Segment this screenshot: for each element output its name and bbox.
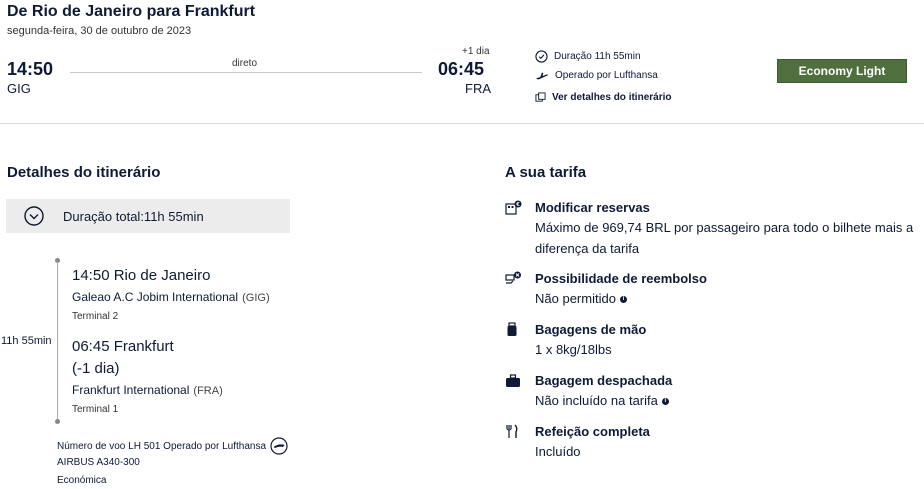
flight-duration-label: Duração 11h 55min <box>554 51 641 62</box>
flight-number-row: Número de voo LH 501 Operado por Lufthan… <box>57 437 288 455</box>
fare-item-change-title: Modificar reservas <box>535 200 650 215</box>
timeline-line <box>57 262 58 422</box>
departure-airport-code: GIG <box>7 81 31 96</box>
travel-date: segunda-feira, 30 de outubro de 2023 <box>7 25 192 37</box>
plane-icon <box>535 72 549 79</box>
chevron-down-circle-icon[interactable] <box>24 206 44 226</box>
flight-number: Número de voo LH 501 Operado por Lufthan… <box>57 440 267 452</box>
fare-item-checked-bag-title: Bagagem despachada <box>535 373 673 388</box>
destination-time-city: 06:45 Frankfurt <box>72 338 174 355</box>
section-divider <box>0 123 924 124</box>
meal-icon <box>506 424 518 438</box>
fare-item-refund-text-row: Não permitido i <box>505 288 924 309</box>
destination-terminal: Terminal 1 <box>72 404 119 415</box>
itinerary-details-link-label[interactable]: Ver detalhes do itinerário <box>552 92 671 103</box>
segment-duration: 11h 55min <box>1 335 52 347</box>
airline-logo-icon <box>270 437 288 455</box>
origin-airport: Galeao A.C Jobim International (GIG) <box>72 290 270 304</box>
origin-airport-name: Galeao A.C Jobim International <box>72 290 239 304</box>
stops-label: direto <box>232 58 258 69</box>
origin-terminal: Terminal 2 <box>72 311 119 322</box>
clock-icon <box>535 50 548 63</box>
fare-item-meal-title: Refeição completa <box>535 424 650 439</box>
checked-bag-icon <box>506 373 520 387</box>
fare-item-refund-title: Possibilidade de reembolso <box>535 271 707 286</box>
operator: Operado por Lufthansa <box>535 70 658 81</box>
flight-duration: Duração 11h 55min <box>535 50 641 63</box>
fare-item-meal: Refeição completa Incluído <box>505 424 924 462</box>
fare-item-meal-text: Incluído <box>535 444 581 459</box>
carry-on-bag-icon <box>507 322 517 336</box>
itinerary-title: Detalhes do itinerário <box>7 164 161 181</box>
fare-item-change: € Modificar reservas Máximo de 969,74 BR… <box>505 200 924 259</box>
total-duration-label: Duração total:11h 55min <box>63 208 204 224</box>
info-icon[interactable]: i <box>619 296 627 304</box>
total-duration-box: Duração total:11h 55min <box>6 199 290 233</box>
destination-airport: Frankfurt International (FRA) <box>72 383 223 397</box>
fare-item-carry-on-text: 1 x 8kg/18lbs <box>535 342 612 357</box>
fare-item-refund: Possibilidade de reembolso Não permitido… <box>505 271 924 309</box>
fare-item-carry-on-title: Bagagens de mão <box>535 322 647 337</box>
fare-title: A sua tarifa <box>505 164 587 181</box>
cabin-class: Económica <box>57 475 107 486</box>
timeline-end-dot <box>55 419 60 424</box>
destination-day-note: (-1 dia) <box>72 360 120 377</box>
fare-class-button[interactable]: Economy Light <box>777 59 907 83</box>
fare-item-checked-bag: Bagagem despachada Não incluído na tarif… <box>505 373 924 411</box>
fare-item-refund-text: Não permitido <box>535 291 616 306</box>
fare-item-checked-bag-text: Não incluído na tarifa <box>535 393 658 408</box>
info-icon[interactable]: i <box>661 398 669 406</box>
route-title: De Rio de Janeiro para Frankfurt <box>7 3 256 20</box>
copy-icon <box>535 92 546 102</box>
origin-time-city: 14:50 Rio de Janeiro <box>72 267 211 284</box>
fare-item-carry-on: Bagagens de mão 1 x 8kg/18lbs <box>505 322 924 360</box>
route-line <box>70 72 422 73</box>
change-booking-icon: € <box>505 200 522 215</box>
departure-time: 14:50 <box>7 59 54 79</box>
destination-airport-name: Frankfurt International <box>72 383 190 397</box>
fare-item-change-text: Máximo de 969,74 BRL por passageiro para… <box>535 220 914 256</box>
refund-icon <box>505 271 521 284</box>
origin-airport-code: (GIG) <box>242 292 270 304</box>
destination-airport-code: (FRA) <box>193 385 223 397</box>
itinerary-details-link[interactable]: Ver detalhes do itinerário <box>535 92 671 103</box>
svg-text:€: € <box>515 202 520 208</box>
arrival-time: 06:45 <box>438 59 485 79</box>
operator-label: Operado por Lufthansa <box>555 70 658 81</box>
arrival-airport-code: FRA <box>465 81 491 96</box>
day-offset-label: +1 dia <box>462 46 490 57</box>
aircraft-type: AIRBUS A340-300 <box>57 457 140 468</box>
fare-item-checked-bag-text-row: Não incluído na tarifa i <box>505 390 924 411</box>
